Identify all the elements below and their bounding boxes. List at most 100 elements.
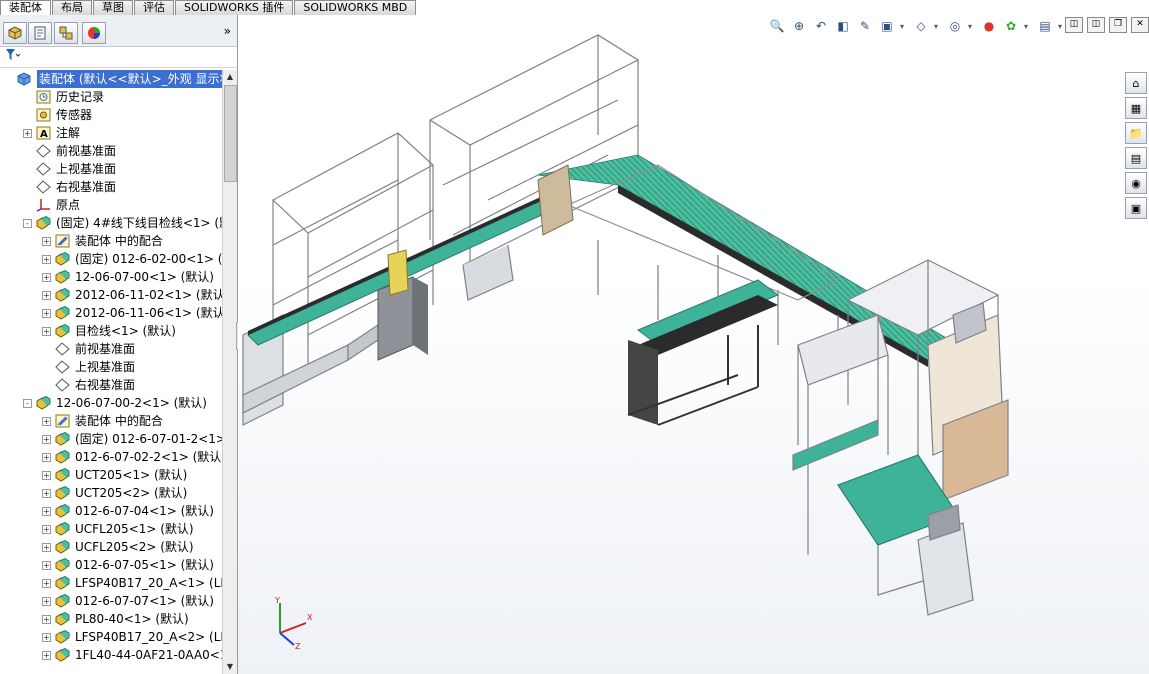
expand-icon[interactable]: + [42,561,51,570]
tree-item-label: 右视基准面 [75,378,136,392]
tree-item-label: 2012-06-11-02<1> (默认) [75,288,222,302]
tree-item-label: 历史记录 [56,90,105,104]
tree-item[interactable]: + PL80-40<1> (默认) [0,610,222,628]
tree-item-label: (固定) 012-6-07-01-2<1> (默 [75,432,222,446]
plane-icon [36,144,51,158]
scroll-thumb[interactable] [224,85,237,182]
plane-icon [55,342,70,356]
subassembly-icon [55,287,70,302]
tree-item-label: LFSP40B17_20_A<2> (LFSP40 [75,630,222,644]
expand-icon[interactable]: + [42,327,51,336]
subassembly-icon [55,323,70,338]
expand-icon[interactable]: + [42,543,51,552]
tree-item[interactable]: 右视基准面 [0,178,222,196]
tree-item-label: 12-06-07-00<1> (默认) [75,270,214,284]
tree-item[interactable]: 前视基准面 [0,340,222,358]
feature-tree: 装配体 (默认<<默认>_外观 显示状态历史记录传感器+A注解前视基准面上视基准… [0,70,222,674]
subassembly-icon [55,449,70,464]
tree-item[interactable]: 历史记录 [0,88,222,106]
tree-item[interactable]: 装配体 (默认<<默认>_外观 显示状态 [0,70,222,88]
expand-icon[interactable]: + [23,129,32,138]
assembly-icon [17,72,32,86]
tree-item[interactable]: 原点 [0,196,222,214]
expand-icon[interactable]: + [42,417,51,426]
tree-item[interactable]: + 目检线<1> (默认) [0,322,222,340]
tree-item-label: 注解 [56,126,81,140]
tree-item[interactable]: + LFSP40B17_20_A<2> (LFSP40 [0,628,222,646]
tab-4[interactable]: SOLIDWORKS 插件 [175,0,294,15]
subassembly-icon [55,593,70,608]
tree-item-label: 012-6-07-02-2<1> (默认) [75,450,222,464]
expand-icon[interactable]: + [42,291,51,300]
tab-0[interactable]: 装配体 [0,0,51,15]
tree-item[interactable]: +012-6-07-02-2<1> (默认) [0,448,222,466]
subassembly-icon [55,611,70,626]
tree-item-label: 右视基准面 [56,180,117,194]
tree-item[interactable]: + (固定) 012-6-02-00<1> (默认 [0,250,222,268]
tree-item[interactable]: 上视基准面 [0,358,222,376]
tree-item[interactable]: +012-6-07-04<1> (默认) [0,502,222,520]
tree-item[interactable]: +1FL40-44-0AF21-0AA0<1> (默 [0,646,222,664]
collapse-icon[interactable]: - [23,219,32,228]
tree-item[interactable]: + UCT205<2> (默认) [0,484,222,502]
tree-item[interactable]: + UCFL205<1> (默认) [0,520,222,538]
configuration-manager-icon[interactable] [54,22,78,44]
expand-icon[interactable]: + [42,489,51,498]
tree-item-label: 传感器 [56,108,93,122]
expand-icon[interactable]: + [42,453,51,462]
expand-icon[interactable]: + [42,615,51,624]
tree-item[interactable]: +012-6-07-07<1> (默认) [0,592,222,610]
tab-5[interactable]: SOLIDWORKS MBD [294,0,417,15]
tree-item[interactable]: + 装配体 中的配合 [0,232,222,250]
graphics-area[interactable]: 🔍 ⊕ ↶ ◧ ✎ ▣ ▾ ◇ ▾ ◎ ▾ ● ✿ ▾ ▤ ▾ ◫ ◫ ❐ ✕ ⌂ ▦ 📁 ▤ ◉ ▣ [238,15,1149,674]
tree-scrollbar[interactable]: ▲ ▼ [222,70,237,674]
assembly-model-view[interactable] [238,15,1149,674]
collapse-icon[interactable]: - [23,399,32,408]
tree-item[interactable]: +2012-06-11-06<1> (默认) [0,304,222,322]
property-manager-icon[interactable] [28,22,52,44]
expand-icon[interactable]: + [42,525,51,534]
tree-item[interactable]: + UCT205<1> (默认) [0,466,222,484]
scroll-down-icon[interactable]: ▼ [223,660,237,674]
expand-icon[interactable]: + [42,507,51,516]
tree-item[interactable]: +2012-06-11-02<1> (默认) [0,286,222,304]
expand-icon[interactable]: + [42,471,51,480]
tree-item[interactable]: - (固定) 4#线下线目检线<1> (默认) [0,214,222,232]
feature-manager-icon[interactable] [3,22,27,44]
tree-item[interactable]: + LFSP40B17_20_A<1> (LFSP40 [0,574,222,592]
tree-item[interactable]: 上视基准面 [0,160,222,178]
tree-item[interactable]: 前视基准面 [0,142,222,160]
subassembly-icon [55,305,70,320]
tab-1[interactable]: 布局 [52,0,92,15]
tree-item-label: (固定) 012-6-02-00<1> (默认 [75,252,222,266]
tree-item[interactable]: +12-06-07-00<1> (默认) [0,268,222,286]
expand-icon[interactable]: + [42,273,51,282]
expand-icon[interactable]: + [42,237,51,246]
expand-icon[interactable]: + [42,651,51,660]
scroll-up-icon[interactable]: ▲ [223,70,237,84]
tree-item-label: 上视基准面 [56,162,117,176]
tree-item-label: UCT205<1> (默认) [75,468,188,482]
tree-item[interactable]: 传感器 [0,106,222,124]
expand-icon[interactable]: + [42,255,51,264]
tree-item-label: 装配体 (默认<<默认>_外观 显示状态 [37,70,222,88]
expand-icon[interactable]: + [42,633,51,642]
tree-item[interactable]: + A 注解 [0,124,222,142]
filter-icon[interactable] [5,48,21,65]
expand-icon[interactable]: + [42,309,51,318]
expand-icon[interactable]: + [42,579,51,588]
tree-item[interactable]: - 12-06-07-00-2<1> (默认) [0,394,222,412]
tree-item[interactable]: 右视基准面 [0,376,222,394]
tab-3[interactable]: 评估 [134,0,174,15]
tree-item[interactable]: + (固定) 012-6-07-01-2<1> (默 [0,430,222,448]
collapse-panel-icon[interactable]: » [224,24,231,38]
expand-icon[interactable]: + [42,435,51,444]
display-manager-icon[interactable] [82,22,106,44]
expand-icon[interactable]: + [42,597,51,606]
tree-item-label: 012-6-07-05<1> (默认) [75,558,214,572]
tree-item[interactable]: + UCFL205<2> (默认) [0,538,222,556]
tree-item[interactable]: + 装配体 中的配合 [0,412,222,430]
tab-2[interactable]: 草图 [93,0,133,15]
tree-item[interactable]: +012-6-07-05<1> (默认) [0,556,222,574]
origin-icon [36,198,51,212]
